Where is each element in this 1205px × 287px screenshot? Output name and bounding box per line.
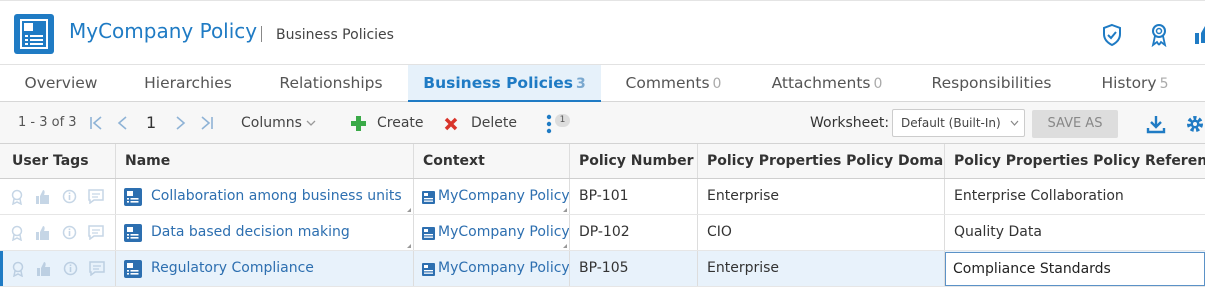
column-header[interactable]: Policy Number xyxy=(570,144,698,178)
comment-icon[interactable] xyxy=(89,261,105,276)
column-header[interactable]: User Tags xyxy=(0,144,116,178)
policy-icon xyxy=(422,227,435,240)
last-page-icon[interactable] xyxy=(199,115,215,131)
context-cell: MyCompany Policy xyxy=(414,179,570,214)
column-header[interactable]: Policy Properties Policy Reference xyxy=(945,144,1205,178)
info-icon[interactable] xyxy=(62,189,77,204)
context-link[interactable]: MyCompany Policy xyxy=(438,251,569,286)
shield-check-icon[interactable] xyxy=(1101,23,1123,47)
certify-icon[interactable] xyxy=(11,261,25,277)
info-icon[interactable] xyxy=(62,225,77,240)
table-row-selected[interactable]: Regulatory Compliance MyCompany Policy B… xyxy=(0,251,1205,287)
app-header: MyCompany Policy Business Policies xyxy=(0,0,1205,64)
policy-reference-edit-input[interactable]: Compliance Standards xyxy=(945,252,1205,286)
policy-icon xyxy=(422,263,435,276)
more-options-badge: 1 xyxy=(555,114,570,127)
policy-logo-icon xyxy=(14,14,54,54)
save-as-button[interactable]: SAVE AS xyxy=(1032,110,1118,138)
tab-relationships[interactable]: Relationships xyxy=(254,65,408,102)
table-row[interactable]: Collaboration among business units MyCom… xyxy=(0,179,1205,215)
tab-history[interactable]: History 5 xyxy=(1075,65,1195,102)
policy-domain-cell[interactable]: CIO xyxy=(698,215,945,250)
column-header[interactable]: Context xyxy=(414,144,570,178)
download-icon[interactable] xyxy=(1146,114,1166,134)
more-options-icon[interactable] xyxy=(546,114,552,134)
like-icon[interactable] xyxy=(35,225,51,241)
tab-attachments[interactable]: Attachments 0 xyxy=(746,65,908,102)
info-icon[interactable] xyxy=(63,261,78,276)
policy-domain-cell[interactable]: Enterprise xyxy=(698,251,945,286)
policy-name-link[interactable]: Data based decision making xyxy=(151,215,350,250)
policy-reference-cell[interactable]: Enterprise Collaboration xyxy=(945,179,1205,214)
worksheet-label: Worksheet: xyxy=(810,115,890,131)
column-header[interactable]: Name xyxy=(116,144,414,178)
column-header[interactable]: Policy Properties Policy Domain xyxy=(698,144,945,178)
certify-icon[interactable] xyxy=(10,225,24,241)
policy-icon xyxy=(124,188,142,206)
name-cell: Collaboration among business units xyxy=(116,179,414,214)
delete-button[interactable]: Delete xyxy=(471,102,517,144)
tab-count: 0 xyxy=(873,76,883,92)
context-link[interactable]: MyCompany Policy xyxy=(438,215,569,250)
name-cell: Data based decision making xyxy=(116,215,414,250)
tab-bar: Overview Hierarchies Relationships Busin… xyxy=(0,64,1205,102)
name-cell: Regulatory Compliance xyxy=(116,251,414,286)
delete-x-icon[interactable] xyxy=(444,117,458,131)
thumbs-up-icon[interactable] xyxy=(1194,23,1205,47)
policy-reference-cell[interactable]: Quality Data xyxy=(945,215,1205,250)
cell-resize-corner xyxy=(407,208,411,212)
chevron-down-icon xyxy=(1010,120,1019,126)
page-subtitle: Business Policies xyxy=(276,27,394,43)
policy-icon xyxy=(124,260,142,278)
tab-business-policies[interactable]: Business Policies 3 xyxy=(408,65,601,102)
current-page: 1 xyxy=(146,113,157,132)
user-tags-cell xyxy=(0,179,116,214)
tab-count: 5 xyxy=(1159,76,1169,92)
certify-icon[interactable] xyxy=(10,189,24,205)
tab-hierarchies[interactable]: Hierarchies xyxy=(122,65,254,102)
next-page-icon[interactable] xyxy=(172,115,188,131)
policy-number-cell[interactable]: BP-101 xyxy=(570,179,698,214)
tab-count: 3 xyxy=(575,76,586,92)
user-tags-cell xyxy=(0,215,116,250)
user-tags-cell xyxy=(0,251,116,286)
record-range: 1 - 3 of 3 xyxy=(18,115,77,130)
prev-page-icon[interactable] xyxy=(115,115,131,131)
tab-comments[interactable]: Comments 0 xyxy=(601,65,746,102)
like-icon[interactable] xyxy=(36,261,52,277)
tab-count: 0 xyxy=(712,76,722,92)
table-header-row: User Tags Name Context Policy Number Pol… xyxy=(0,144,1205,179)
policy-icon xyxy=(422,191,435,204)
chevron-down-icon xyxy=(306,120,316,126)
comment-icon[interactable] xyxy=(88,189,104,204)
page-title: MyCompany Policy xyxy=(69,19,258,43)
policy-name-link[interactable]: Regulatory Compliance xyxy=(151,251,314,286)
policy-icon xyxy=(124,224,142,242)
tab-overview[interactable]: Overview xyxy=(0,65,122,102)
first-page-icon[interactable] xyxy=(88,115,104,131)
gear-icon[interactable] xyxy=(1185,114,1205,134)
cell-resize-corner xyxy=(563,208,567,212)
context-cell: MyCompany Policy xyxy=(414,251,570,286)
like-icon[interactable] xyxy=(35,189,51,205)
policy-name-link[interactable]: Collaboration among business units xyxy=(151,179,402,214)
context-link[interactable]: MyCompany Policy xyxy=(438,179,569,214)
cell-resize-corner xyxy=(563,244,567,248)
grid-toolbar: 1 - 3 of 3 1 Columns Create Delete 1 Wor… xyxy=(0,102,1205,144)
cell-resize-corner xyxy=(407,244,411,248)
policy-number-cell[interactable]: DP-102 xyxy=(570,215,698,250)
create-button[interactable]: Create xyxy=(377,102,424,144)
policy-domain-cell[interactable]: Enterprise xyxy=(698,179,945,214)
policy-number-cell[interactable]: BP-105 xyxy=(570,251,698,286)
comment-icon[interactable] xyxy=(88,225,104,240)
columns-dropdown[interactable]: Columns xyxy=(241,102,316,144)
plus-icon[interactable] xyxy=(351,116,366,131)
worksheet-select[interactable]: Default (Built-In) xyxy=(892,109,1025,137)
tab-responsibilities[interactable]: Responsibilities xyxy=(908,65,1075,102)
award-icon[interactable] xyxy=(1148,23,1170,47)
table-row[interactable]: Data based decision making MyCompany Pol… xyxy=(0,215,1205,251)
title-divider xyxy=(261,26,262,42)
context-cell: MyCompany Policy xyxy=(414,215,570,250)
